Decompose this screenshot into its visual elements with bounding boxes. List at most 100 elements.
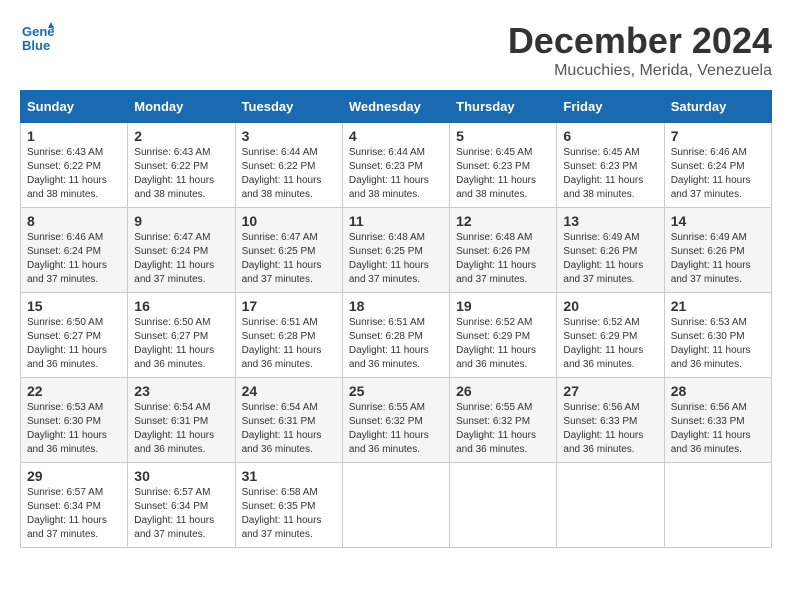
day-number: 20 — [563, 298, 657, 314]
day-number: 23 — [134, 383, 228, 399]
day-info: Sunrise: 6:52 AM Sunset: 6:29 PM Dayligh… — [456, 316, 550, 372]
table-row: 30Sunrise: 6:57 AM Sunset: 6:34 PM Dayli… — [128, 463, 235, 548]
table-row: 19 Sunrise: 6:52 AM Sunset: 6:29 PM Dayli… — [450, 293, 557, 378]
day-number: 22 — [27, 383, 121, 399]
day-number: 25 — [349, 383, 443, 399]
table-row: 9Sunrise: 6:47 AM Sunset: 6:24 PM Daylig… — [128, 208, 235, 293]
day-number: 26 — [456, 383, 550, 399]
day-info: Sunrise: 6:45 AM Sunset: 6:23 PM Dayligh… — [456, 146, 550, 202]
header-friday: Friday — [557, 91, 664, 123]
day-number: 1 — [27, 128, 121, 144]
table-row: 20 Sunrise: 6:52 AM Sunset: 6:29 PM Dayli… — [557, 293, 664, 378]
month-title: December 2024 — [508, 20, 772, 62]
table-row: 5Sunrise: 6:45 AM Sunset: 6:23 PM Daylig… — [450, 123, 557, 208]
table-row: 16 Sunrise: 6:50 AM Sunset: 6:27 PM Dayli… — [128, 293, 235, 378]
table-row: 29Sunrise: 6:57 AM Sunset: 6:34 PM Dayli… — [21, 463, 128, 548]
day-number: 27 — [563, 383, 657, 399]
header-sunday: Sunday — [21, 91, 128, 123]
day-number: 6 — [563, 128, 657, 144]
day-number: 12 — [456, 213, 550, 229]
day-number: 14 — [671, 213, 765, 229]
logo-icon: General Blue — [20, 20, 54, 54]
svg-text:Blue: Blue — [22, 38, 50, 53]
calendar-row: 29Sunrise: 6:57 AM Sunset: 6:34 PM Dayli… — [21, 463, 772, 548]
day-info: Sunrise: 6:50 AM Sunset: 6:27 PM Dayligh… — [134, 316, 228, 372]
day-info: Sunrise: 6:53 AM Sunset: 6:30 PM Dayligh… — [671, 316, 765, 372]
table-row: 18 Sunrise: 6:51 AM Sunset: 6:28 PM Dayli… — [342, 293, 449, 378]
day-info: Sunrise: 6:56 AM Sunset: 6:33 PM Dayligh… — [671, 401, 765, 457]
day-info: Sunrise: 6:57 AM Sunset: 6:34 PM Dayligh… — [134, 486, 228, 542]
day-number: 13 — [563, 213, 657, 229]
day-info: Sunrise: 6:44 AM Sunset: 6:22 PM Dayligh… — [242, 146, 336, 202]
table-row: 10 Sunrise: 6:47 AM Sunset: 6:25 PM Dayli… — [235, 208, 342, 293]
table-row: 23 Sunrise: 6:54 AM Sunset: 6:31 PM Dayli… — [128, 378, 235, 463]
day-number: 17 — [242, 298, 336, 314]
day-info: Sunrise: 6:43 AM Sunset: 6:22 PM Dayligh… — [27, 146, 121, 202]
table-row: 17Sunrise: 6:51 AM Sunset: 6:28 PM Dayli… — [235, 293, 342, 378]
page-header: General Blue December 2024 Mucuchies, Me… — [20, 20, 772, 80]
table-row: 7 Sunrise: 6:46 AM Sunset: 6:24 PM Daylig… — [664, 123, 771, 208]
table-row: 2 Sunrise: 6:43 AM Sunset: 6:22 PM Daylig… — [128, 123, 235, 208]
day-number: 16 — [134, 298, 228, 314]
calendar-row: 15Sunrise: 6:50 AM Sunset: 6:27 PM Dayli… — [21, 293, 772, 378]
day-number: 8 — [27, 213, 121, 229]
title-block: December 2024 Mucuchies, Merida, Venezue… — [508, 20, 772, 80]
table-row: 14 Sunrise: 6:49 AM Sunset: 6:26 PM Dayli… — [664, 208, 771, 293]
day-info: Sunrise: 6:47 AM Sunset: 6:25 PM Dayligh… — [242, 231, 336, 287]
day-number: 7 — [671, 128, 765, 144]
day-number: 10 — [242, 213, 336, 229]
day-info: Sunrise: 6:55 AM Sunset: 6:32 PM Dayligh… — [349, 401, 443, 457]
day-info: Sunrise: 6:44 AM Sunset: 6:23 PM Dayligh… — [349, 146, 443, 202]
day-number: 2 — [134, 128, 228, 144]
day-info: Sunrise: 6:49 AM Sunset: 6:26 PM Dayligh… — [563, 231, 657, 287]
day-info: Sunrise: 6:48 AM Sunset: 6:25 PM Dayligh… — [349, 231, 443, 287]
table-row: 28 Sunrise: 6:56 AM Sunset: 6:33 PM Dayli… — [664, 378, 771, 463]
table-row: 15Sunrise: 6:50 AM Sunset: 6:27 PM Dayli… — [21, 293, 128, 378]
table-row: 1 Sunrise: 6:43 AM Sunset: 6:22 PM Daylig… — [21, 123, 128, 208]
header-wednesday: Wednesday — [342, 91, 449, 123]
day-number: 4 — [349, 128, 443, 144]
calendar-table: Sunday Monday Tuesday Wednesday Thursday… — [20, 90, 772, 548]
table-row: 4 Sunrise: 6:44 AM Sunset: 6:23 PM Daylig… — [342, 123, 449, 208]
calendar-row: 1 Sunrise: 6:43 AM Sunset: 6:22 PM Daylig… — [21, 123, 772, 208]
location: Mucuchies, Merida, Venezuela — [508, 62, 772, 80]
day-info: Sunrise: 6:46 AM Sunset: 6:24 PM Dayligh… — [671, 146, 765, 202]
table-row: 26Sunrise: 6:55 AM Sunset: 6:32 PM Dayli… — [450, 378, 557, 463]
header-saturday: Saturday — [664, 91, 771, 123]
table-row: 13 Sunrise: 6:49 AM Sunset: 6:26 PM Dayli… — [557, 208, 664, 293]
day-info: Sunrise: 6:51 AM Sunset: 6:28 PM Dayligh… — [349, 316, 443, 372]
table-row — [557, 463, 664, 548]
day-info: Sunrise: 6:47 AM Sunset: 6:24 PM Dayligh… — [134, 231, 228, 287]
day-info: Sunrise: 6:56 AM Sunset: 6:33 PM Dayligh… — [563, 401, 657, 457]
day-info: Sunrise: 6:43 AM Sunset: 6:22 PM Dayligh… — [134, 146, 228, 202]
table-row: 11Sunrise: 6:48 AM Sunset: 6:25 PM Dayli… — [342, 208, 449, 293]
header-monday: Monday — [128, 91, 235, 123]
calendar-row: 8 Sunrise: 6:46 AM Sunset: 6:24 PM Daylig… — [21, 208, 772, 293]
day-info: Sunrise: 6:53 AM Sunset: 6:30 PM Dayligh… — [27, 401, 121, 457]
day-number: 28 — [671, 383, 765, 399]
day-number: 19 — [456, 298, 550, 314]
day-info: Sunrise: 6:57 AM Sunset: 6:34 PM Dayligh… — [27, 486, 121, 542]
table-row: 31 Sunrise: 6:58 AM Sunset: 6:35 PM Dayli… — [235, 463, 342, 548]
weekday-header-row: Sunday Monday Tuesday Wednesday Thursday… — [21, 91, 772, 123]
day-info: Sunrise: 6:49 AM Sunset: 6:26 PM Dayligh… — [671, 231, 765, 287]
table-row: 12Sunrise: 6:48 AM Sunset: 6:26 PM Dayli… — [450, 208, 557, 293]
table-row: 22 Sunrise: 6:53 AM Sunset: 6:30 PM Dayli… — [21, 378, 128, 463]
table-row — [450, 463, 557, 548]
day-info: Sunrise: 6:45 AM Sunset: 6:23 PM Dayligh… — [563, 146, 657, 202]
day-info: Sunrise: 6:52 AM Sunset: 6:29 PM Dayligh… — [563, 316, 657, 372]
day-number: 24 — [242, 383, 336, 399]
header-tuesday: Tuesday — [235, 91, 342, 123]
day-info: Sunrise: 6:46 AM Sunset: 6:24 PM Dayligh… — [27, 231, 121, 287]
day-number: 31 — [242, 468, 336, 484]
table-row: 3Sunrise: 6:44 AM Sunset: 6:22 PM Daylig… — [235, 123, 342, 208]
day-info: Sunrise: 6:54 AM Sunset: 6:31 PM Dayligh… — [134, 401, 228, 457]
table-row — [664, 463, 771, 548]
table-row: 25 Sunrise: 6:55 AM Sunset: 6:32 PM Dayli… — [342, 378, 449, 463]
table-row — [342, 463, 449, 548]
header-thursday: Thursday — [450, 91, 557, 123]
day-number: 18 — [349, 298, 443, 314]
table-row: 8 Sunrise: 6:46 AM Sunset: 6:24 PM Daylig… — [21, 208, 128, 293]
day-info: Sunrise: 6:58 AM Sunset: 6:35 PM Dayligh… — [242, 486, 336, 542]
day-info: Sunrise: 6:54 AM Sunset: 6:31 PM Dayligh… — [242, 401, 336, 457]
